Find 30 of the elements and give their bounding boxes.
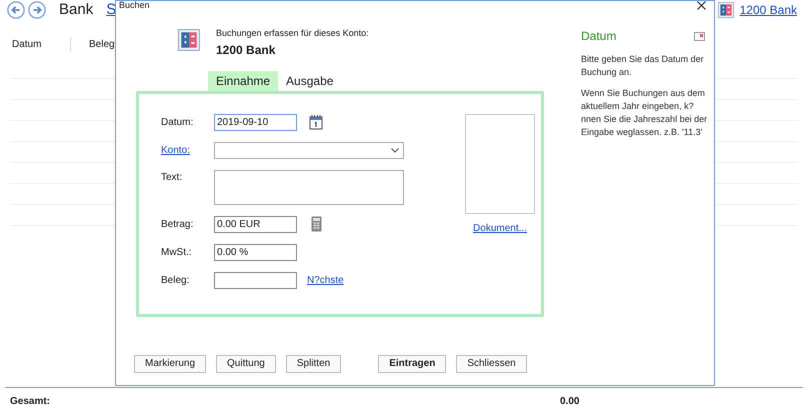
help-text: Bitte geben Sie das Datum der Buchung an.	[581, 53, 705, 79]
field-label: MwSt.:	[161, 246, 193, 260]
account-link[interactable]: 1200 Bank	[740, 1, 797, 19]
field-label: Beleg:	[161, 274, 190, 288]
field-label: Text:	[161, 170, 184, 184]
column-header: Beleg	[88, 38, 115, 52]
document-link[interactable]: Dokument...	[473, 220, 527, 236]
field-label: Betrag:	[161, 218, 194, 232]
vat-field[interactable]: 0.00 %	[214, 244, 297, 260]
header-caption: Buchungen erfassen für dieses Konto:	[216, 27, 369, 40]
total-value: 0.00	[560, 395, 580, 409]
next-link[interactable]: N?chste	[307, 272, 344, 288]
amount-field[interactable]: 0.00 EUR	[214, 216, 297, 232]
nav-link[interactable]: S	[106, 0, 116, 22]
help-title: Datum	[581, 28, 616, 45]
dialog-button[interactable]: Markierung	[134, 354, 206, 372]
dialog-button[interactable]: Quittung	[216, 354, 276, 372]
dialog-button[interactable]: Eintragen	[378, 354, 446, 372]
dialog-title: Buchen	[119, 1, 150, 10]
dialog-button[interactable]: Splitten	[286, 354, 342, 372]
dialog-button[interactable]: Schliessen	[456, 354, 527, 372]
field-label: Datum:	[161, 116, 194, 130]
field-label-link[interactable]: Konto:	[161, 142, 214, 158]
date-field[interactable]: 2019-09-10	[214, 114, 297, 130]
column-header: Datum	[5, 36, 71, 52]
total-label: Gesamt:	[9, 395, 52, 409]
tab[interactable]: Einnahme	[208, 70, 278, 90]
page-title: Bank	[59, 0, 94, 20]
header-account: 1200 Bank	[216, 42, 276, 58]
help-text: Wenn Sie Buchungen aus dem aktuellem Jahr eingeben, k?nnen Sie die Jahreszahl bei der Eingabe weglassen. z.B. '11.3'	[581, 87, 708, 139]
